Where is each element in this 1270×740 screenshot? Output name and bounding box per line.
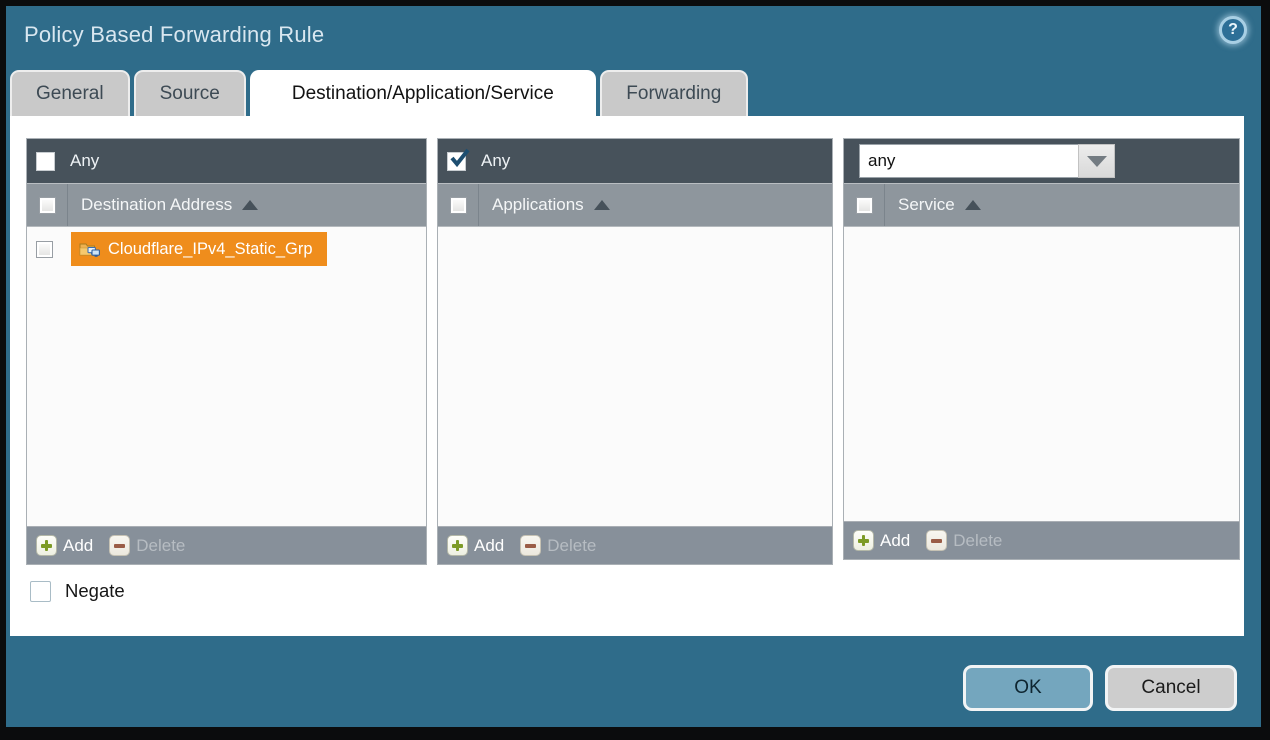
pbf-rule-dialog: Policy Based Forwarding Rule ? General S… [6, 6, 1261, 727]
destination-header-row: Destination Address [27, 183, 426, 227]
applications-selectall-checkbox[interactable] [450, 197, 467, 214]
service-column-header[interactable]: Service [898, 195, 981, 215]
minus-icon [109, 535, 130, 556]
destination-address-column-header[interactable]: Destination Address [81, 195, 258, 215]
destination-selectall-checkbox[interactable] [39, 197, 56, 214]
destination-toolbar: Add Delete [27, 526, 426, 564]
applications-toolbar: Add Delete [438, 526, 832, 564]
service-header-row: Service [844, 183, 1239, 227]
delete-button[interactable]: Delete [109, 535, 185, 556]
row-checkbox[interactable] [36, 241, 53, 258]
sort-asc-icon [965, 200, 981, 210]
delete-button[interactable]: Delete [520, 535, 596, 556]
address-group-icon [79, 241, 101, 258]
screenshot-frame: Policy Based Forwarding Rule ? General S… [0, 0, 1270, 740]
table-row: Cloudflare_IPv4_Static_Grp [27, 232, 426, 266]
address-group-item[interactable]: Cloudflare_IPv4_Static_Grp [71, 232, 327, 266]
tab-content-panel: Any Destination Address [10, 116, 1244, 636]
destination-any-label: Any [70, 151, 99, 171]
service-dropdown-input[interactable] [859, 144, 1078, 178]
dialog-title: Policy Based Forwarding Rule [24, 22, 324, 48]
delete-button[interactable]: Delete [926, 530, 1002, 551]
tab-destination-application-service[interactable]: Destination/Application/Service [250, 70, 596, 116]
address-group-name: Cloudflare_IPv4_Static_Grp [108, 240, 313, 259]
tab-bar: General Source Destination/Application/S… [10, 70, 752, 116]
applications-any-label: Any [481, 151, 510, 171]
minus-icon [926, 530, 947, 551]
destination-address-list: Cloudflare_IPv4_Static_Grp [27, 227, 426, 526]
service-dropdown-bar [844, 139, 1239, 183]
service-selectall-checkbox[interactable] [856, 197, 873, 214]
service-combo [859, 144, 1115, 178]
chevron-down-icon [1087, 156, 1107, 167]
add-button[interactable]: Add [447, 535, 504, 556]
service-toolbar: Add Delete [844, 521, 1239, 559]
cancel-button[interactable]: Cancel [1105, 665, 1237, 711]
sort-asc-icon [594, 200, 610, 210]
tab-forwarding[interactable]: Forwarding [600, 70, 748, 116]
plus-icon [36, 535, 57, 556]
negate-label: Negate [65, 580, 125, 602]
applications-list [438, 227, 832, 526]
tab-source[interactable]: Source [134, 70, 246, 116]
applications-any-checkbox[interactable] [447, 152, 466, 171]
applications-any-bar: Any [438, 139, 832, 183]
add-button[interactable]: Add [36, 535, 93, 556]
destination-address-panel: Any Destination Address [26, 138, 427, 565]
negate-row: Negate [30, 580, 125, 602]
tab-general[interactable]: General [10, 70, 130, 116]
ok-button[interactable]: OK [963, 665, 1093, 711]
sort-asc-icon [242, 200, 258, 210]
negate-checkbox[interactable] [30, 581, 51, 602]
plus-icon [853, 530, 874, 551]
applications-header-row: Applications [438, 183, 832, 227]
service-list [844, 227, 1239, 521]
help-icon[interactable]: ? [1219, 16, 1247, 44]
destination-any-bar: Any [27, 139, 426, 183]
checkmark-icon [448, 147, 472, 169]
add-button[interactable]: Add [853, 530, 910, 551]
plus-icon [447, 535, 468, 556]
applications-column-header[interactable]: Applications [492, 195, 610, 215]
minus-icon [520, 535, 541, 556]
service-panel: Service Add Delete [843, 138, 1240, 560]
destination-any-checkbox[interactable] [36, 152, 55, 171]
applications-panel: Any Applications Add [437, 138, 833, 565]
service-dropdown-button[interactable] [1078, 144, 1115, 178]
